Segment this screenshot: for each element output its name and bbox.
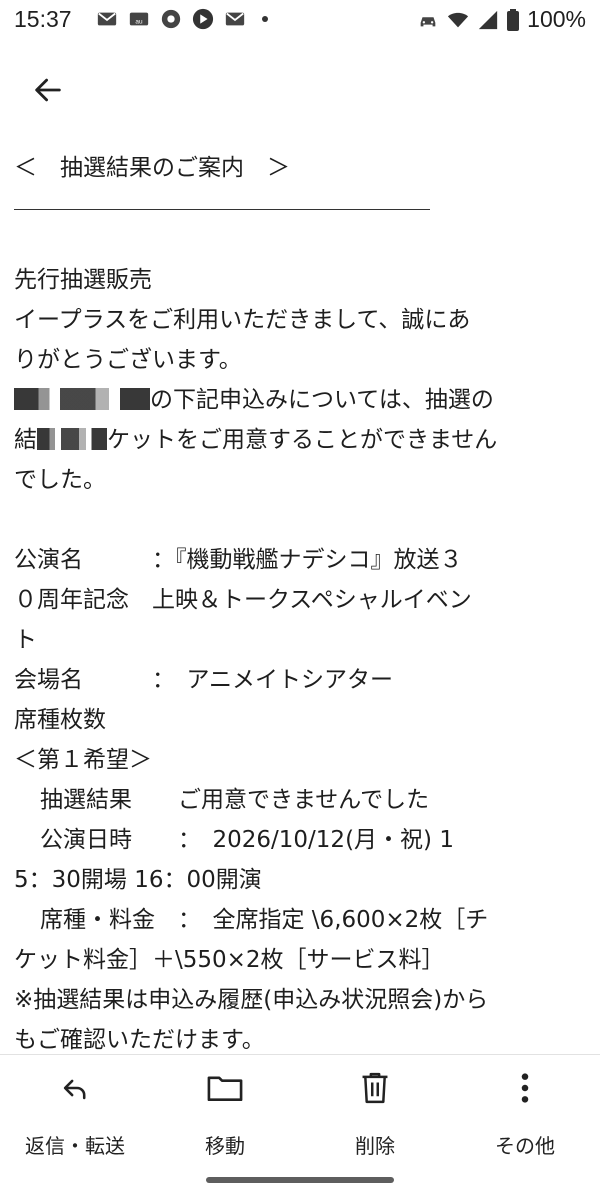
- email-body: ＜ 抽選結果のご案内 ＞ 先行抽選販売 イープラスをご利用いただきまして、誠にあ…: [14, 148, 586, 1060]
- dot-icon: [262, 16, 268, 22]
- au-mail-icon: au: [129, 12, 149, 26]
- battery-percentage: 100%: [527, 6, 586, 32]
- more-vert-icon: [521, 1073, 529, 1103]
- system-icons: 100%: [417, 6, 586, 33]
- car-icon: [420, 16, 436, 26]
- performance-name-line-3: ト: [14, 627, 37, 653]
- performance-date-line-2: 5：30開場 16：00開演: [14, 867, 262, 893]
- choice-heading: ＜第１希望＞: [14, 747, 152, 773]
- redacted-text: [37, 427, 107, 450]
- move-label: 移動: [205, 1134, 245, 1158]
- body-line-sale-type: 先行抽選販売: [14, 267, 152, 293]
- trash-icon: [362, 1072, 388, 1104]
- performance-date-line-1: 公演日時 ： 2026/10/12(月・祝) 1: [40, 827, 454, 853]
- seat-price-line-2: ケット料金］＋\550×2枚［サービス料］: [14, 947, 445, 973]
- bottom-action-bar: 返信・転送 移動 削除 その他: [0, 1062, 600, 1162]
- status-time: 15:37: [14, 6, 72, 32]
- mail-icon: [225, 12, 245, 26]
- performance-name-line-1: 公演名 ：『機動戦艦ナデシコ』放送３: [14, 547, 463, 573]
- more-button[interactable]: その他: [450, 1062, 600, 1162]
- notification-icons: au: [96, 8, 268, 30]
- redacted-name: [14, 387, 150, 410]
- battery-icon: [507, 8, 520, 31]
- body-line-notice-3: でした。: [14, 467, 106, 493]
- delete-label: 削除: [355, 1134, 395, 1158]
- reply-icon: [63, 1079, 86, 1100]
- folder-icon: [207, 1076, 243, 1102]
- seat-price-line-1: 席種・料金 ： 全席指定 \6,600×2枚［チ: [40, 907, 489, 933]
- action-bar-divider: [0, 1054, 600, 1055]
- email-subject: ＜ 抽選結果のご案内 ＞: [14, 155, 290, 181]
- body-line-notice-1: の下記申込みについては、抽選の: [14, 380, 586, 420]
- arrow-back-icon: [35, 78, 61, 102]
- body-line-thanks-1: イープラスをご利用いただきまして、誠にあ: [14, 307, 471, 333]
- performance-name-line-2: ０周年記念 上映＆トークスペシャルイベン: [14, 587, 472, 613]
- reply-forward-button[interactable]: 返信・転送: [0, 1062, 150, 1162]
- seat-count-heading: 席種枚数: [14, 707, 106, 733]
- signal-icon: [479, 10, 498, 29]
- email-view-screen: 15:37 au 100% ＜ 抽選結果のご案内 ＞ 先行抽選販売 イープラスを…: [0, 0, 600, 1200]
- mail-icon: [97, 12, 117, 26]
- app-icon: [161, 9, 181, 29]
- more-label: その他: [495, 1134, 555, 1158]
- wifi-icon: [448, 12, 469, 27]
- back-button[interactable]: [26, 68, 70, 112]
- move-button[interactable]: 移動: [150, 1062, 300, 1162]
- play-icon: [192, 8, 214, 30]
- lottery-result-line: 抽選結果 ご用意できませんでした: [40, 787, 430, 813]
- status-bar: 15:37 au 100%: [0, 0, 600, 42]
- note-line-1: ※抽選結果は申込み履歴(申込み状況照会)から: [14, 987, 489, 1013]
- body-line-thanks-2: りがとうございます。: [14, 347, 242, 373]
- svg-text:au: au: [135, 19, 143, 26]
- body-line-notice-2: 結ケットをご用意することができません: [14, 427, 498, 453]
- gesture-nav-handle[interactable]: [206, 1177, 394, 1183]
- reply-forward-label: 返信・転送: [25, 1134, 125, 1158]
- delete-button[interactable]: 削除: [300, 1062, 450, 1162]
- venue-line: 会場名 ： アニメイトシアター: [14, 667, 394, 693]
